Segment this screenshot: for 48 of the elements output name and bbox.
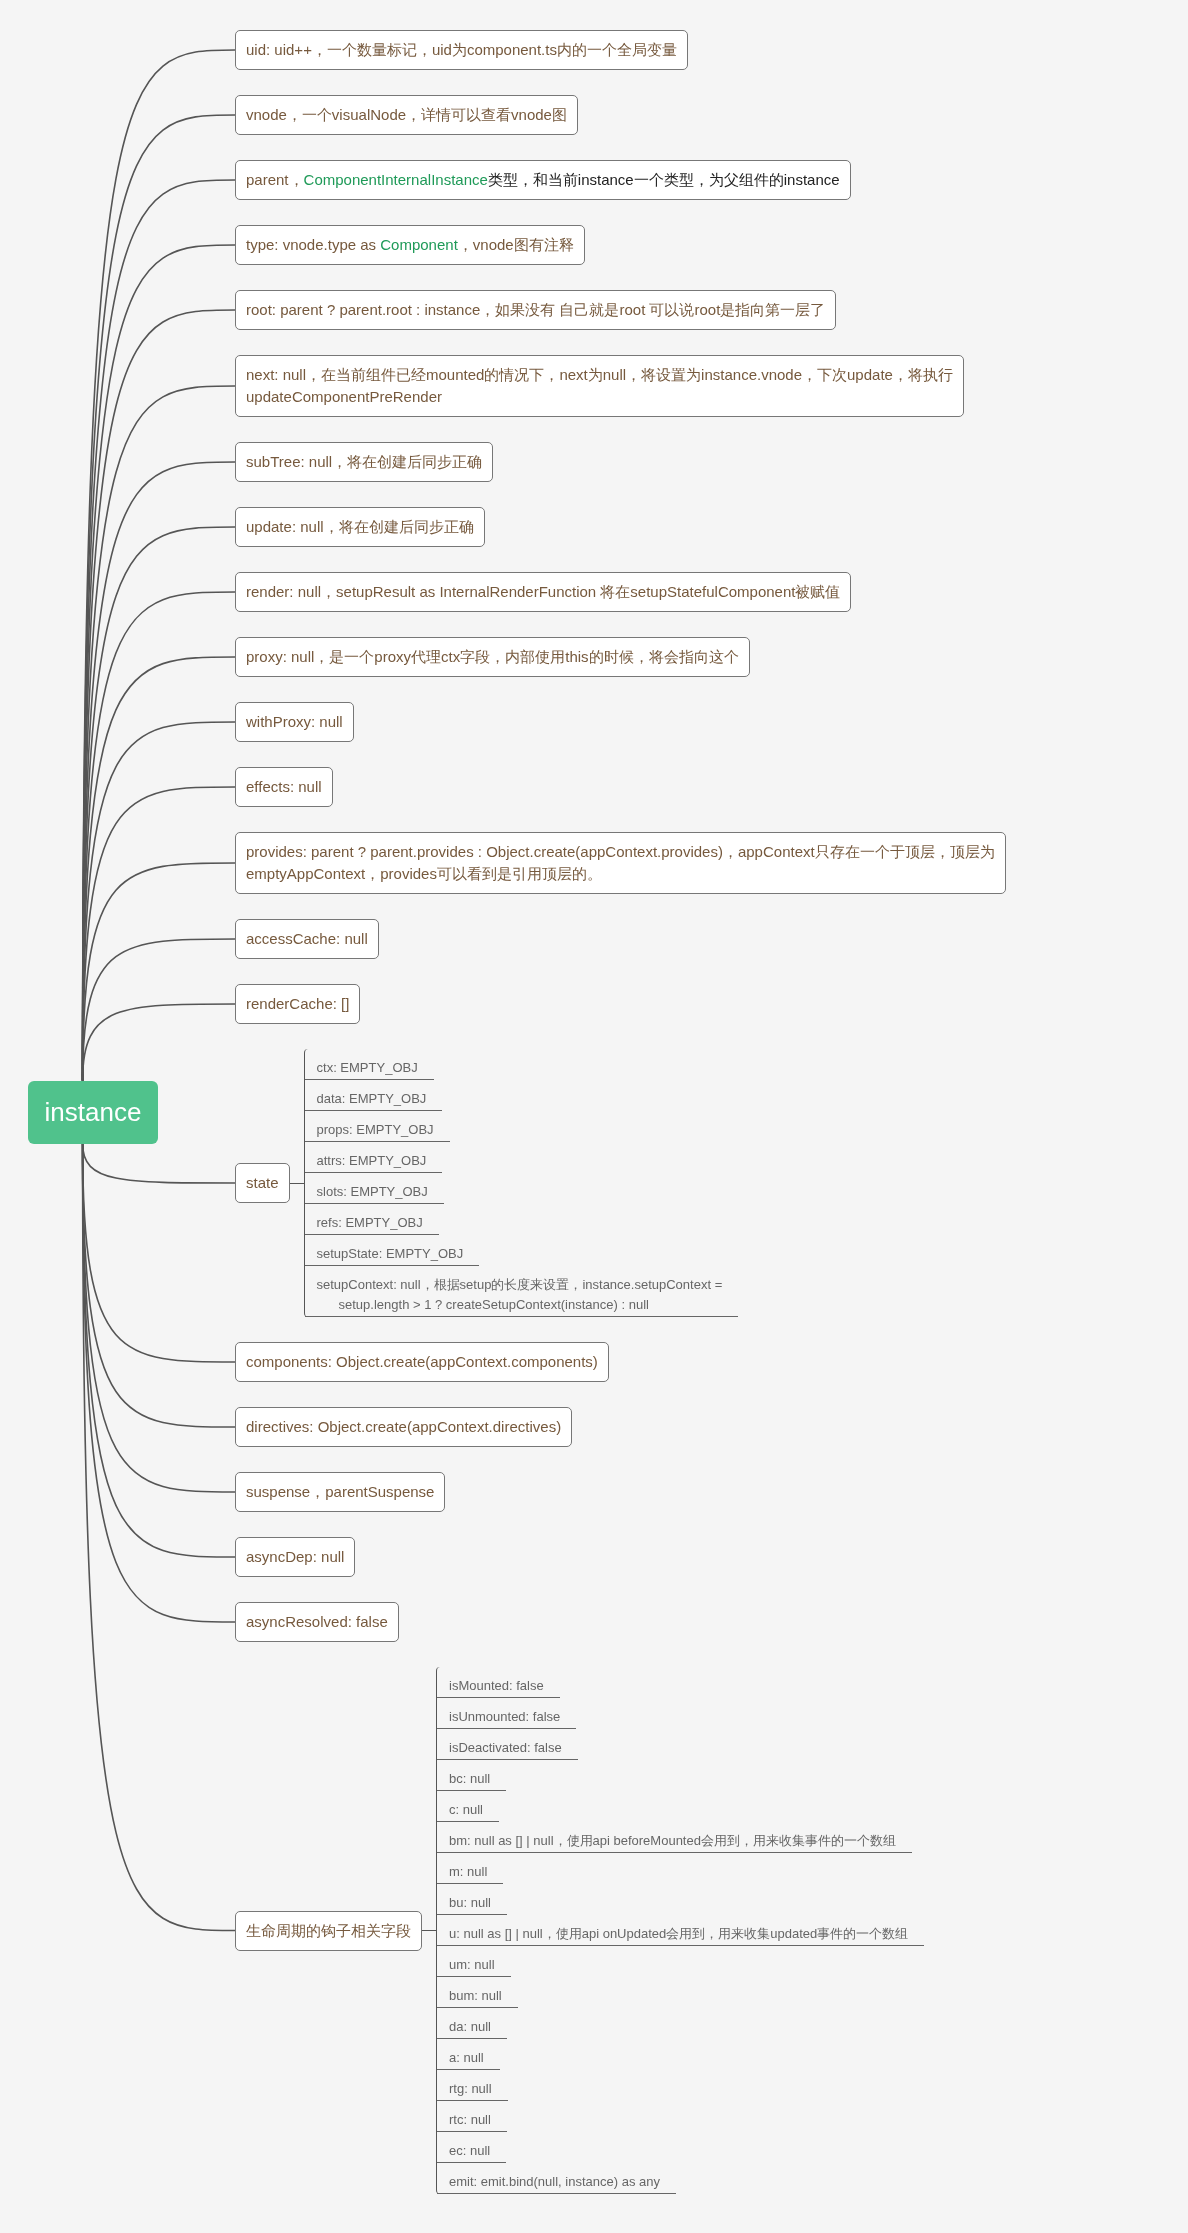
field-item: data: EMPTY_OBJ [304, 1080, 443, 1111]
field-item: bu: null [437, 1884, 507, 1915]
topic-node: 生命周期的钩子相关字段 [235, 1910, 422, 1951]
root-node: instance [28, 1080, 158, 1144]
field-item: setupState: EMPTY_OBJ [304, 1235, 480, 1266]
topic-node: asyncResolved: false [235, 1602, 399, 1642]
topic-node: effects: null [235, 767, 333, 807]
field-item: u: null as [] | null，使用api onUpdated会用到，用来收集updated事件的一个数组 [437, 1915, 925, 1946]
field-item: a: null [437, 2039, 500, 2070]
field-item: slots: EMPTY_OBJ [304, 1173, 444, 1204]
topic-node: accessCache: null [235, 919, 379, 959]
topic-node: directives: Object.create(appContext.directives) [235, 1407, 573, 1447]
field-item: da: null [437, 2008, 507, 2039]
topic-node: vnode，一个visualNode，详情可以查看vnode图 [235, 95, 578, 135]
topic-node: renderCache: [] [235, 984, 361, 1024]
topic-node: render: null，setupResult as InternalRenderFunction 将在setupStatefulComponent被赋值 [235, 572, 852, 612]
topic-node: next: null，在当前组件已经mounted的情况下，next为null，将设置为instance.vnode，下次update，将执行 updateComponentPreRender [235, 355, 964, 417]
topic-node: root: parent ? parent.root : instance，如果没有 自己就是root 可以说root是指向第一层了 [235, 290, 837, 330]
field-item: props: EMPTY_OBJ [304, 1111, 450, 1142]
field-item: isMounted: false [437, 1667, 560, 1698]
topic-node: withProxy: null [235, 702, 354, 742]
field-item: c: null [437, 1791, 499, 1822]
field-item: setupContext: null，根据setup的长度来设置，instance.setupContext = setup.length > 1 ? createSetupContext(instance) : null [304, 1266, 739, 1317]
field-item: rtc: null [437, 2101, 507, 2132]
field-item: bm: null as [] | null，使用api beforeMounted会用到，用来收集事件的一个数组 [437, 1822, 912, 1853]
field-item: emit: emit.bind(null, instance) as any [437, 2163, 676, 2194]
field-item: ec: null [437, 2132, 507, 2163]
topic-node: subTree: null，将在创建后同步正确 [235, 442, 494, 482]
topic-node: state [235, 1163, 290, 1203]
field-item: bum: null [437, 1977, 518, 2008]
field-item: m: null [437, 1853, 504, 1884]
topic-node: proxy: null，是一个proxy代理ctx字段，内部使用this的时候，将会指向这个 [235, 637, 750, 677]
topic-node: type: vnode.type as Component，vnode图有注释 [235, 225, 585, 265]
topic-node: uid: uid++，一个数量标记，uid为component.ts内的一个全局变量 [235, 30, 688, 70]
field-item: isDeactivated: false [437, 1729, 578, 1760]
field-item: refs: EMPTY_OBJ [304, 1204, 439, 1235]
topic-node: provides: parent ? parent.provides : Object.create(appContext.provides)，appContext只存在一个于顶层，顶层为 emptyAppContext，provides可以看到是引用顶层的。 [235, 832, 1006, 894]
topic-node: parent，ComponentInternalInstance类型，和当前instance一个类型，为父组件的instance [235, 160, 851, 200]
field-item: bc: null [437, 1760, 507, 1791]
field-item: isUnmounted: false [437, 1698, 577, 1729]
topic-node: suspense，parentSuspense [235, 1472, 446, 1512]
topic-node: asyncDep: null [235, 1537, 356, 1577]
topic-node: update: null，将在创建后同步正确 [235, 507, 485, 547]
topic-node: components: Object.create(appContext.components) [235, 1342, 609, 1382]
field-item: um: null [437, 1946, 511, 1977]
field-item: rtg: null [437, 2070, 508, 2101]
field-item: ctx: EMPTY_OBJ [304, 1049, 434, 1080]
field-item: attrs: EMPTY_OBJ [304, 1142, 443, 1173]
